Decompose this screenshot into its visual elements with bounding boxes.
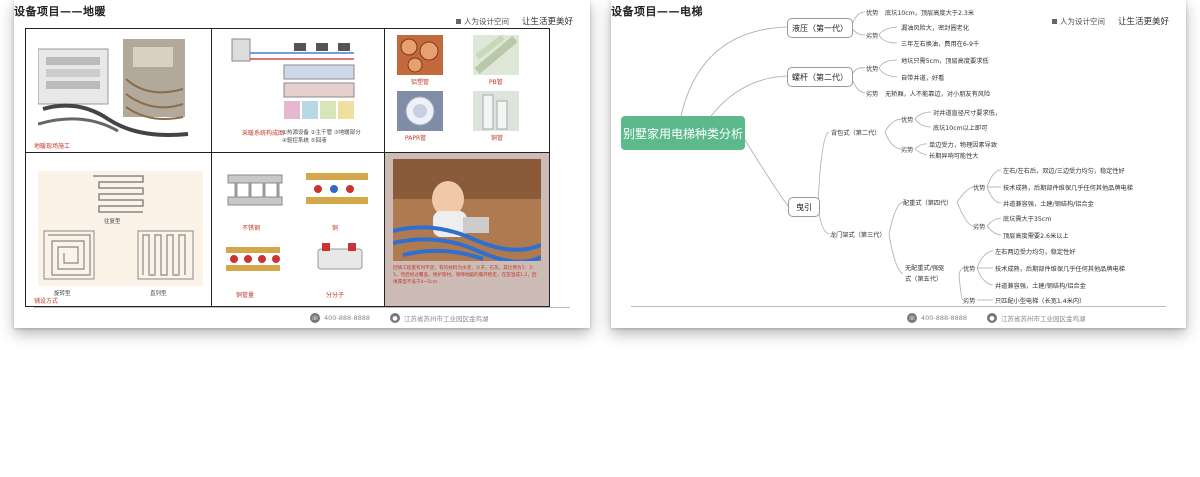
phone-icon: ☏ — [907, 313, 917, 323]
layout-diagram — [38, 171, 203, 286]
backpack-pro-1: 对井道直径尺寸要求低， — [933, 110, 1002, 117]
cell-pipes: 铝塑管 PB管 PAPR管 铜管 — [385, 29, 549, 153]
counterweight-con-label: 劣势 — [973, 224, 986, 231]
footer-address: 江苏省苏州市工业园区金鸡湖 — [1001, 315, 1086, 323]
footer: ☏ 400-888-8888 ● 江苏省苏州市工业园区金鸡湖 — [907, 313, 1086, 323]
backpack-con-1: 单边受力，物理因素导致 — [929, 142, 998, 149]
caption-construction: 地暖现场施工 — [34, 143, 71, 150]
node-no-counterweight-1: 无配重式/强驱 — [905, 265, 945, 272]
caption-pipe-3: PAPR管 — [405, 135, 427, 142]
caption-manifold-1: 不锈钢 — [242, 225, 261, 232]
backpack-con-2: 长期异响可能性大 — [929, 153, 979, 160]
phone-icon: ☏ — [310, 313, 320, 323]
no-counterweight-pro-label: 优势 — [963, 266, 976, 273]
node-gantry: 龙门架式（第三代） — [830, 232, 886, 239]
manifold-photo-1 — [222, 163, 287, 221]
no-counterweight-pro-1: 左右两边受力均匀，稳定性好 — [995, 249, 1076, 256]
pipe-photo-2 — [473, 35, 519, 75]
no-counterweight-con-1: 只匹配小型电梯（长宽1.4米内） — [995, 298, 1086, 305]
caption-manifold-3: 铜管量 — [236, 292, 255, 299]
screw-pro-1: 地坑只需5cm，顶层高度要求低 — [901, 58, 989, 65]
no-counterweight-con-label: 劣势 — [963, 298, 976, 305]
construction-photo — [38, 39, 189, 137]
screw-con-1: 无轿厢，人不能靠边，对小朋友有风险 — [885, 91, 991, 98]
location-pin-icon: ● — [987, 313, 998, 323]
hydraulic-con-2: 三年左右换油，费用在6-9千 — [901, 41, 980, 48]
node-no-counterweight-2: 式（第五代） — [905, 276, 943, 283]
mindmap-root: 别墅家用电梯种类分析 — [621, 116, 745, 150]
footer-phone: 400-888-8888 — [921, 314, 968, 322]
node-traction: 曳引 — [788, 197, 820, 217]
location-pin-icon: ● — [390, 313, 401, 323]
system-legend-1: ①热源设备 ②主干管 ③地暖部分 — [282, 130, 361, 136]
caption-pipe-2: PB管 — [489, 79, 503, 86]
backpack-con-label: 劣势 — [901, 147, 914, 154]
counterweight-pro-3: 井道兼容强，土建/钢结构/铝合金 — [1003, 201, 1094, 208]
footer-address: 江苏省苏州市工业园区金鸡湖 — [404, 315, 489, 323]
footer: ☏ 400-888-8888 ● 江苏省苏州市工业园区金鸡湖 — [310, 313, 489, 323]
baby-photo — [393, 159, 541, 261]
manifold-photo-2 — [302, 163, 372, 215]
node-counterweight: 配重式（第四代） — [903, 200, 953, 207]
backpack-pro-label: 优势 — [901, 117, 914, 124]
counterweight-con-1: 底坑需大于35cm — [1003, 216, 1052, 223]
system-legend-2: ④驱控系统 ⑤回液 — [282, 138, 327, 144]
system-diagram — [231, 38, 355, 119]
caption-pipe-1: 铝塑管 — [411, 79, 430, 86]
slide-elevator: 设备项目——电梯 人为设计空间 让生活更美好 别墅家用电梯种类分析 液压（第一代… — [611, 0, 1186, 328]
cell-system: 采暖系统构成图 ①热源设备 ②主干管 ③地暖部分 ④驱控系统 ⑤回液 — [212, 29, 385, 153]
cell-construction: 地暖现场施工 — [26, 29, 212, 153]
counterweight-pro-2: 技术成熟，后期部件维保几乎任何其他品牌电梯 — [1003, 185, 1133, 192]
manifold-photo-3 — [222, 235, 284, 285]
node-hydraulic: 液压（第一代） — [787, 18, 853, 38]
brand-square-icon — [455, 18, 461, 24]
footer-phone: 400-888-8888 — [324, 314, 371, 322]
hydraulic-pro-label: 优势 — [866, 10, 879, 17]
layout-label-c: 直列型 — [150, 291, 167, 297]
caption-manifold-2: 铜 — [332, 225, 339, 232]
layout-label-a: 往复型 — [104, 219, 121, 225]
screw-pro-2: 自带井道，好看 — [901, 75, 945, 82]
caption-system: 采暖系统构成图 — [242, 130, 285, 137]
caption-manifold-4: 分分子 — [326, 292, 345, 299]
caption-layout: 铺设方式 — [34, 298, 59, 305]
pipe-photo-4 — [473, 91, 519, 131]
screw-con-label: 劣势 — [866, 91, 879, 98]
no-counterweight-pro-3: 井道兼容强，土建/钢结构/铝合金 — [995, 283, 1086, 290]
no-counterweight-pro-2: 技术成熟，后期部件维保几乎任何其他品牌电梯 — [995, 266, 1125, 273]
hydraulic-pro-1: 底坑10cm，顶层高度大于2.3米 — [885, 10, 975, 17]
node-screw: 螺杆（第二代） — [787, 67, 853, 87]
footer-rule — [34, 307, 570, 308]
counterweight-pro-label: 优势 — [973, 185, 986, 192]
cell-layout: 往复型 旋转型 直列型 铺设方式 — [26, 153, 212, 306]
screw-pro-label: 优势 — [866, 66, 879, 73]
hydraulic-con-1: 漏油风险大，密封圈老化 — [901, 25, 970, 32]
node-backpack: 背包式（第二代） — [831, 130, 881, 137]
baby-note: 回填工程量有时不足，有的材料为水泥，沙子，石灰，其比例为1：3：5，然后经过覆盖… — [393, 266, 537, 285]
pipe-photo-1 — [397, 35, 443, 75]
pipe-photo-3 — [397, 91, 443, 131]
counterweight-con-2: 顶层高度需要2.6米以上 — [1003, 233, 1069, 240]
cell-baby: 回填工程量有时不足，有的材料为水泥，沙子，石灰，其比例为1：3：5，然后经过覆盖… — [385, 153, 549, 306]
hydraulic-con-label: 劣势 — [866, 33, 879, 40]
image-grid: 地暖现场施工 采暖系统构成图 ①热源设备 ②主干管 ③地暖部分 ④驱控系统 ⑤回… — [25, 28, 550, 307]
counterweight-pro-1: 左右/左右后，双边/三边受力均匀，稳定性好 — [1003, 168, 1125, 175]
slide-floor-heating: 设备项目——地暖 人为设计空间 让生活更美好 地暖现场施工 采暖系统构成图 ①热… — [14, 0, 590, 328]
manifold-photo-4 — [312, 235, 367, 285]
brand-name: 人为设计空间 — [463, 16, 509, 26]
cell-manifolds: 不锈钢 铜 铜管量 分分子 — [212, 153, 385, 306]
brand-slogan: 让生活更美好 — [521, 17, 573, 27]
backpack-pro-2: 底坑10cm以上即可 — [933, 125, 988, 132]
caption-pipe-4: 铜管 — [491, 135, 504, 142]
slide-title: 设备项目——地暖 — [14, 5, 106, 18]
footer-rule — [631, 306, 1166, 307]
brand: 人为设计空间 让生活更美好 — [455, 15, 573, 27]
